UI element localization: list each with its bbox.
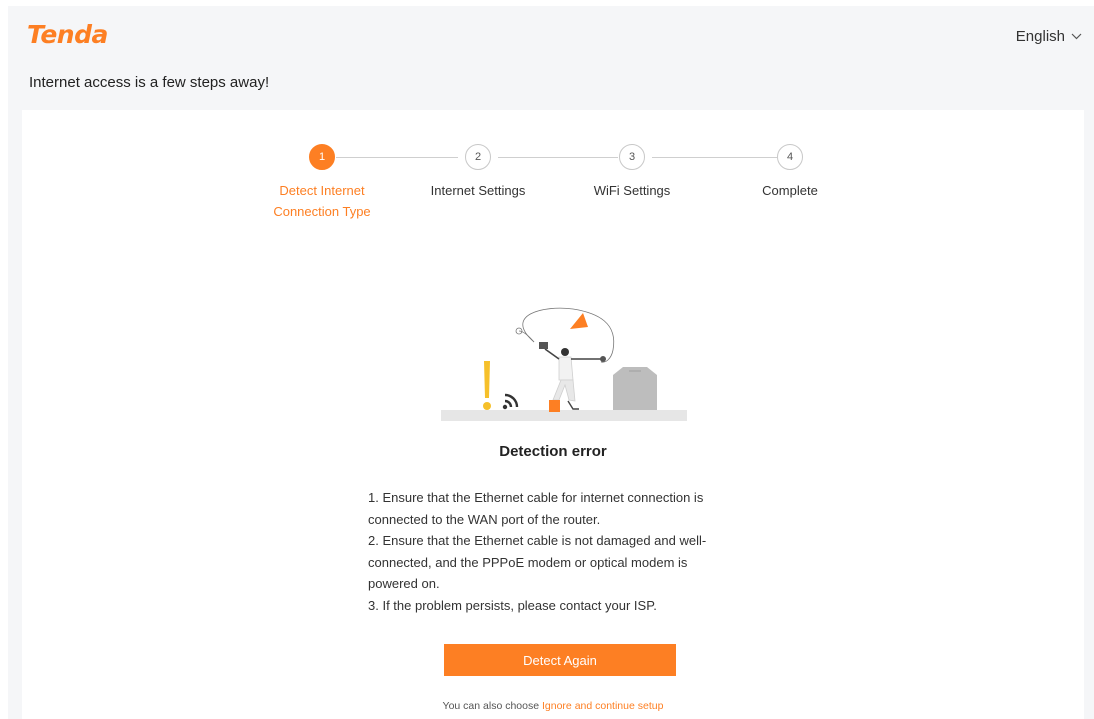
step-label: Internet Settings xyxy=(430,183,526,198)
alternative-prefix: You can also choose xyxy=(442,700,540,712)
step-wifi-settings: 3 WiFi Settings xyxy=(572,144,692,201)
step-number: 4 xyxy=(777,144,803,170)
step-internet-settings: 2 Internet Settings xyxy=(418,144,538,201)
step-label: Complete xyxy=(762,183,818,198)
ground-bar xyxy=(441,410,687,421)
step-complete: 4 Complete xyxy=(730,144,850,201)
flag-icon xyxy=(570,313,588,329)
page-frame: Tenda English Internet access is a few s… xyxy=(8,6,1094,719)
wifi-icon xyxy=(502,393,519,410)
instruction-item: 1. Ensure that the Ethernet cable for in… xyxy=(368,490,704,527)
step-number: 2 xyxy=(465,144,491,170)
step-number: 1 xyxy=(309,144,335,170)
chevron-down-icon xyxy=(1071,33,1082,40)
setup-card: 1 Detect Internet Connection Type 2 Inte… xyxy=(22,110,1084,719)
alternative-action: You can also choose Ignore and continue … xyxy=(22,700,1084,712)
error-title: Detection error xyxy=(499,443,607,460)
warning-icon xyxy=(483,361,491,410)
router-icon xyxy=(613,367,657,410)
instruction-item: 3. If the problem persists, please conta… xyxy=(368,597,657,613)
step-label: Detect Internet Connection Type xyxy=(273,183,371,219)
step-label: WiFi Settings xyxy=(593,183,671,198)
detect-again-button[interactable]: Detect Again xyxy=(444,644,676,676)
step-number: 3 xyxy=(619,144,645,170)
page-subtitle: Internet access is a few steps away! xyxy=(29,74,270,91)
language-selector[interactable]: English xyxy=(1016,28,1082,45)
instruction-item: 2. Ensure that the Ethernet cable is not… xyxy=(368,533,707,591)
language-label: English xyxy=(1015,28,1065,45)
detection-error-illustration xyxy=(441,307,687,421)
error-instructions: 1. Ensure that the Ethernet cable for in… xyxy=(368,487,738,616)
tenda-logo: Tenda xyxy=(27,20,108,49)
step-detect-connection: 1 Detect Internet Connection Type xyxy=(262,144,382,222)
person-figure xyxy=(539,342,606,412)
ignore-continue-link[interactable]: Ignore and continue setup xyxy=(542,700,663,712)
